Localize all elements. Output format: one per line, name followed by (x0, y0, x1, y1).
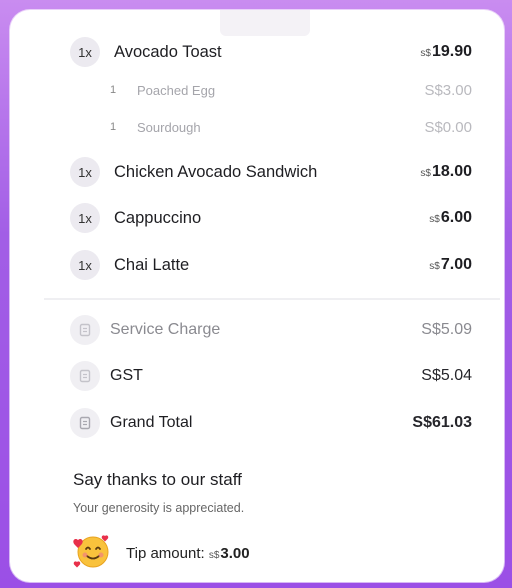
item-quantity: 1x (70, 37, 100, 67)
modifier-price: S$3.00 (424, 81, 472, 99)
item-quantity: 1x (70, 157, 100, 187)
modifier-quantity: 1 (110, 84, 117, 96)
order-item-chai-latte: 1x Chai Latte s$7.00 (10, 250, 504, 280)
summary-value: S$5.09 (421, 321, 472, 338)
receipt-icon (70, 315, 100, 345)
item-name: Avocado Toast (114, 42, 222, 61)
item-modifier-poached-egg: 1 Poached Egg S$3.00 (10, 75, 504, 105)
top-handle (220, 10, 310, 36)
modifier-name: Poached Egg (137, 82, 216, 98)
item-name: Chai Latte (114, 255, 190, 274)
summary-label: Service Charge (110, 321, 221, 338)
summary-row-service-charge: Service Charge S$5.09 (10, 315, 504, 345)
summary-value: S$61.03 (412, 414, 472, 431)
section-divider (44, 298, 500, 300)
item-name: Cappuccino (114, 208, 202, 227)
summary-row-grand-total: Grand Total S$61.03 (10, 408, 504, 438)
tip-amount-row[interactable]: Tip amount: s$3.00 (72, 534, 250, 572)
tip-heading: Say thanks to our staff (73, 470, 242, 489)
smiling-face-with-hearts-icon (72, 532, 112, 575)
item-price: s$6.00 (429, 209, 472, 226)
modifier-price: S$0.00 (424, 118, 472, 136)
modifier-quantity: 1 (110, 121, 117, 133)
summary-label: GST (110, 367, 143, 384)
summary-label: Grand Total (110, 414, 193, 431)
item-quantity: 1x (70, 250, 100, 280)
item-price: s$7.00 (429, 256, 472, 273)
summary-row-gst: GST S$5.04 (10, 361, 504, 391)
modifier-name: Sourdough (137, 119, 201, 135)
item-price: s$19.90 (420, 43, 472, 60)
item-modifier-sourdough: 1 Sourdough S$0.00 (10, 112, 504, 142)
tip-note: Your generosity is appreciated. (73, 501, 245, 515)
item-quantity: 1x (70, 203, 100, 233)
item-price: s$18.00 (420, 163, 472, 180)
order-summary-card: 1x Avocado Toast s$19.90 1 Poached Egg S… (10, 10, 504, 582)
order-item-avocado-toast: 1x Avocado Toast s$19.90 (10, 37, 504, 67)
item-name: Chicken Avocado Sandwich (114, 162, 318, 181)
order-item-cappuccino: 1x Cappuccino s$6.00 (10, 203, 504, 233)
tip-amount-label: Tip amount: s$3.00 (126, 544, 250, 562)
receipt-icon (70, 408, 100, 438)
order-item-chicken-avocado-sandwich: 1x Chicken Avocado Sandwich s$18.00 (10, 157, 504, 187)
receipt-icon (70, 361, 100, 391)
summary-value: S$5.04 (421, 367, 472, 384)
